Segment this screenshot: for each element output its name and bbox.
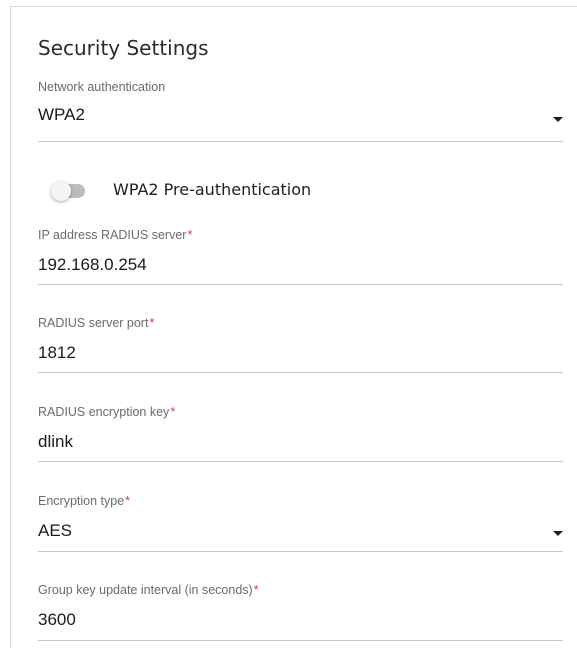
radius-port-input[interactable]: 1812 <box>38 343 76 363</box>
network-authentication-dropdown[interactable]: WPA2 <box>38 100 563 130</box>
encryption-type-value: AES <box>38 521 73 540</box>
field-underline <box>38 551 563 552</box>
encryption-type-label: Encryption type* <box>38 494 131 508</box>
field-underline <box>38 141 563 142</box>
page-title: Security Settings <box>38 36 209 60</box>
field-underline <box>38 640 563 641</box>
radius-ip-field[interactable]: IP address RADIUS server* 192.168.0.254 <box>38 228 563 288</box>
wpa2-preauth-toggle[interactable] <box>51 181 85 201</box>
required-mark: * <box>170 405 176 419</box>
wpa2-preauth-row: WPA2 Pre-authentication <box>38 177 438 205</box>
required-mark: * <box>149 316 155 330</box>
radius-port-label: RADIUS server port* <box>38 316 155 330</box>
required-mark: * <box>125 494 131 508</box>
field-underline <box>38 461 563 462</box>
network-authentication-value: WPA2 <box>38 105 85 124</box>
field-underline <box>38 284 563 285</box>
group-key-interval-label: Group key update interval (in seconds)* <box>38 583 259 597</box>
field-underline <box>38 372 563 373</box>
radius-port-field[interactable]: RADIUS server port* 1812 <box>38 316 563 376</box>
caret-down-icon[interactable] <box>553 531 563 536</box>
wpa2-preauth-label: WPA2 Pre-authentication <box>113 180 312 199</box>
group-key-interval-input[interactable]: 3600 <box>38 610 76 630</box>
security-settings-panel: Security Settings Network authentication… <box>10 6 577 648</box>
required-mark: * <box>187 228 193 242</box>
network-authentication-label: Network authentication <box>38 80 166 94</box>
encryption-type-dropdown[interactable]: AES <box>38 514 563 544</box>
group-key-interval-field[interactable]: Group key update interval (in seconds)* … <box>38 583 563 643</box>
radius-key-field[interactable]: RADIUS encryption key* dlink <box>38 405 563 465</box>
radius-key-input[interactable]: dlink <box>38 432 73 452</box>
required-mark: * <box>253 583 259 597</box>
radius-ip-input[interactable]: 192.168.0.254 <box>38 255 147 275</box>
network-authentication-select[interactable]: Network authentication WPA2 <box>38 80 563 150</box>
caret-down-icon[interactable] <box>553 117 563 122</box>
toggle-knob <box>51 181 71 201</box>
encryption-type-select[interactable]: Encryption type* AES <box>38 494 563 554</box>
radius-ip-label: IP address RADIUS server* <box>38 228 193 242</box>
radius-key-label: RADIUS encryption key* <box>38 405 176 419</box>
